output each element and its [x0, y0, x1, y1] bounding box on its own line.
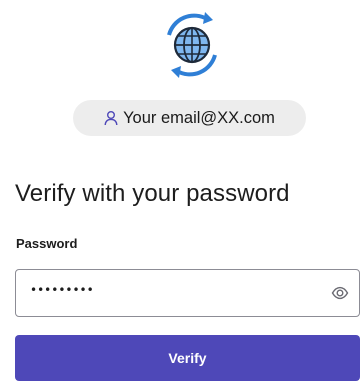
- identity-email: Your email@XX.com: [123, 108, 275, 127]
- user-icon: [104, 110, 118, 126]
- eye-icon[interactable]: [331, 284, 349, 302]
- verify-button[interactable]: Verify: [15, 335, 360, 381]
- identity-chip[interactable]: Your email@XX.com: [73, 100, 306, 136]
- globe-refresh-icon: [147, 5, 237, 85]
- password-label: Password: [16, 236, 78, 251]
- page-title: Verify with your password: [15, 180, 290, 207]
- password-field[interactable]: •••••••••: [15, 269, 360, 317]
- password-masked-value: •••••••••: [30, 283, 94, 297]
